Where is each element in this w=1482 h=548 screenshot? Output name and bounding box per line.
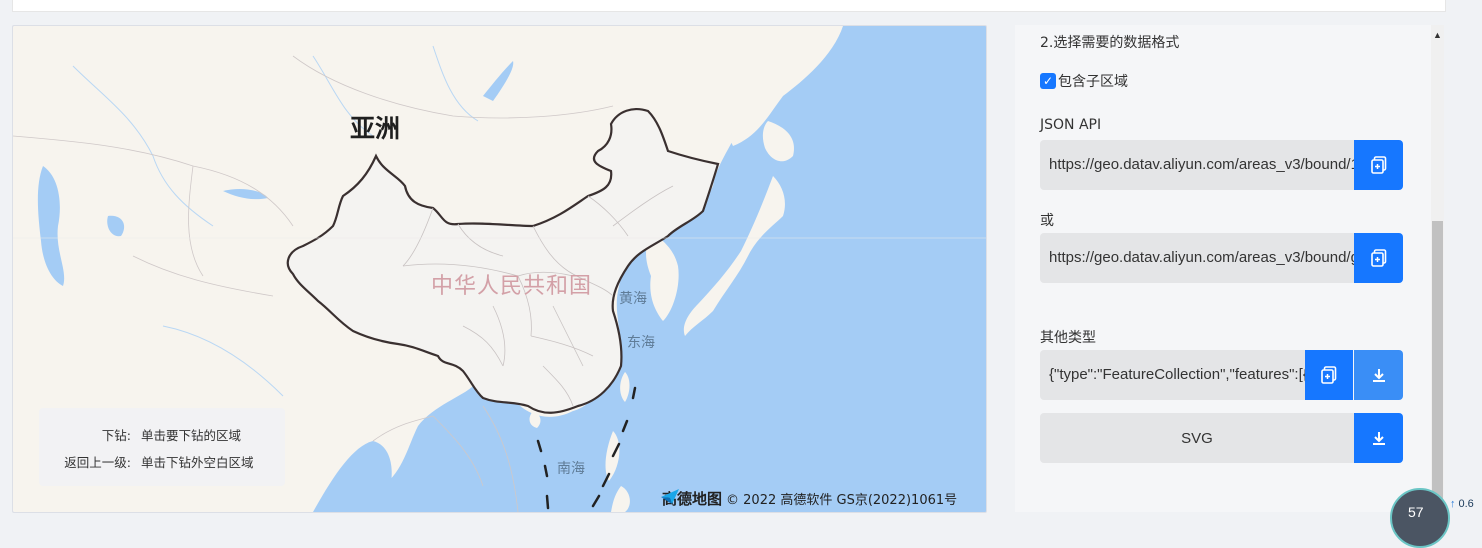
or-label: 或: [1040, 213, 1054, 229]
check-icon[interactable]: ✓: [1040, 73, 1056, 89]
json-api-url: https://geo.datav.aliyun.com/areas_v3/bo…: [1049, 156, 1354, 173]
download-icon: [1372, 369, 1385, 382]
include-subregion-checkbox[interactable]: ✓ 包含子区域: [1040, 71, 1128, 91]
other-types-label: 其他类型: [1040, 330, 1096, 346]
scroll-thumb[interactable]: [1432, 221, 1443, 512]
download-icon: [1372, 432, 1385, 445]
alt-api-url-field[interactable]: https://geo.datav.aliyun.com/areas_v3/bo…: [1040, 233, 1354, 283]
sea-label-south: 南海: [557, 461, 585, 477]
data-format-panel: 2.选择需要的数据格式 ✓ 包含子区域 JSON API https://geo…: [1015, 25, 1431, 512]
network-widget: ↑ 0.6: [1450, 498, 1474, 510]
sea-label-yellow: 黄海: [619, 291, 647, 307]
network-value: 0.6: [1458, 498, 1474, 510]
download-geojson-button[interactable]: [1354, 350, 1403, 400]
section-title: 2.选择需要的数据格式: [1040, 35, 1180, 51]
legend-value: 单击要下钻的区域: [141, 428, 242, 443]
include-subregion-label: 包含子区域: [1058, 74, 1128, 90]
copy-icon: [1321, 366, 1337, 384]
speed-value: 57: [1408, 504, 1424, 520]
map-view[interactable]: 亚洲 中华人民共和国 黄海 东海 南海 下钻: 单击要下钻的区域 返回上一级: …: [12, 25, 987, 513]
legend-row-drilldown: 下钻: 单击要下钻的区域: [39, 425, 285, 445]
copy-geojson-button[interactable]: [1305, 350, 1353, 400]
json-api-url-field[interactable]: https://geo.datav.aliyun.com/areas_v3/bo…: [1040, 140, 1354, 190]
geojson-preview-text: {"type":"FeatureCollection","features":[…: [1049, 366, 1305, 383]
attribution-text: © 2022 高德软件 GS京(2022)1061号: [726, 492, 958, 508]
copy-icon: [1370, 249, 1386, 267]
legend-key: 下钻:: [101, 428, 131, 443]
svg-label: SVG: [1181, 429, 1213, 447]
top-toolbar-strip: [12, 0, 1446, 12]
svg-export-field[interactable]: SVG: [1040, 413, 1354, 463]
copy-alt-api-button[interactable]: [1354, 233, 1403, 283]
land-taiwan: [620, 372, 630, 402]
alt-api-url: https://geo.datav.aliyun.com/areas_v3/bo…: [1049, 249, 1354, 266]
copy-icon: [1370, 156, 1386, 174]
land-hokkaido: [762, 121, 794, 162]
land-philippines: [605, 431, 630, 512]
panel-scrollbar[interactable]: ▲: [1431, 25, 1444, 512]
legend-row-back: 返回上一级: 单击下钻外空白区域: [39, 452, 285, 472]
speed-widget[interactable]: 57: [1390, 488, 1450, 548]
continent-label: 亚洲: [350, 114, 401, 143]
legend-key: 返回上一级:: [64, 455, 131, 470]
map-attribution: 高德地图 © 2022 高德软件 GS京(2022)1061号: [659, 487, 957, 509]
interaction-legend: 下钻: 单击要下钻的区域 返回上一级: 单击下钻外空白区域: [39, 408, 285, 486]
json-api-label: JSON API: [1040, 117, 1102, 133]
amap-logo-icon: [661, 489, 679, 504]
country-label[interactable]: 中华人民共和国: [431, 268, 592, 300]
upload-arrow-icon: ↑: [1450, 498, 1456, 510]
legend-value: 单击下钻外空白区域: [141, 455, 254, 470]
geojson-preview-field[interactable]: {"type":"FeatureCollection","features":[…: [1040, 350, 1305, 400]
scroll-up-icon[interactable]: ▲: [1433, 30, 1442, 40]
download-svg-button[interactable]: [1354, 413, 1403, 463]
copy-json-api-button[interactable]: [1354, 140, 1403, 190]
sea-label-east: 东海: [627, 335, 655, 351]
